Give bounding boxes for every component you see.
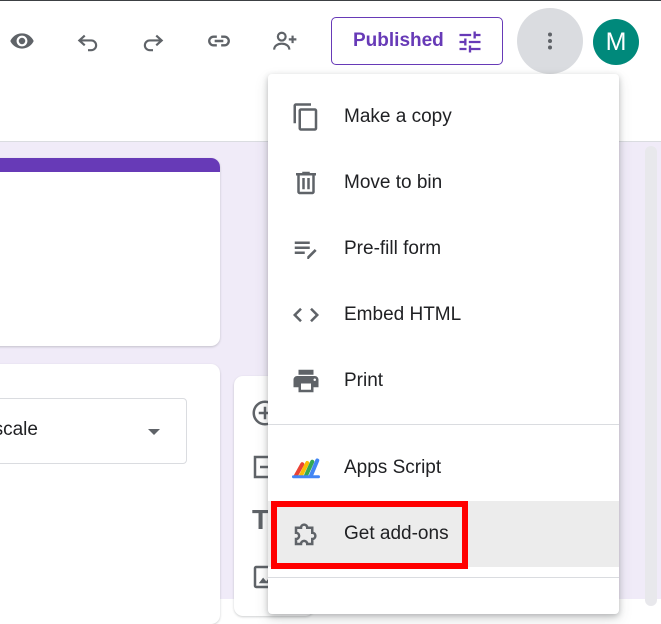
preview-eye-icon[interactable]	[2, 21, 42, 61]
add-collaborator-icon[interactable]	[265, 21, 305, 61]
menu-item-move-to-bin[interactable]: Move to bin	[268, 150, 619, 216]
menu-item-label: Apps Script	[344, 457, 442, 478]
question-card[interactable]: r scale	[0, 364, 220, 624]
menu-item-make-copy[interactable]: Make a copy	[268, 84, 619, 150]
more-options-button[interactable]	[517, 8, 583, 74]
link-icon[interactable]	[199, 21, 239, 61]
more-vert-icon	[548, 32, 552, 50]
dropdown-arrow-icon	[148, 429, 160, 435]
tune-sliders-icon	[459, 31, 481, 53]
theme-stripe	[0, 158, 220, 172]
menu-divider	[268, 424, 619, 425]
question-type-value: r scale	[0, 419, 38, 440]
more-options-menu: Make a copy Move to bin Pre-fill form Em…	[268, 74, 619, 614]
published-label: Published	[353, 30, 444, 51]
menu-item-label: Embed HTML	[344, 304, 462, 325]
scrollbar[interactable]	[645, 146, 657, 606]
avatar-initial: M	[605, 27, 627, 56]
menu-item-apps-script[interactable]: Apps Script	[268, 435, 619, 501]
menu-item-label: Get add-ons	[344, 523, 449, 544]
printer-icon	[290, 365, 322, 397]
form-header-card[interactable]	[0, 158, 220, 346]
menu-item-label: Print	[344, 370, 384, 391]
menu-item-label: Make a copy	[344, 106, 452, 127]
add-title-icon[interactable]: T	[252, 504, 269, 536]
redo-icon[interactable]	[133, 21, 173, 61]
prefill-icon	[290, 233, 322, 265]
menu-item-get-add-ons[interactable]: Get add-ons	[268, 501, 619, 567]
menu-item-embed-html[interactable]: Embed HTML	[268, 282, 619, 348]
code-icon	[290, 299, 322, 331]
menu-item-label: Pre-fill form	[344, 238, 442, 259]
puzzle-icon	[290, 518, 322, 550]
published-button[interactable]: Published	[331, 17, 503, 65]
menu-divider	[268, 577, 619, 578]
apps-script-icon	[290, 452, 322, 484]
account-avatar[interactable]: M	[593, 19, 639, 65]
question-type-select[interactable]: r scale	[0, 398, 187, 464]
trash-icon	[290, 167, 322, 199]
menu-item-print[interactable]: Print	[268, 348, 619, 414]
menu-item-label: Move to bin	[344, 172, 443, 193]
copy-icon	[290, 101, 322, 133]
menu-item-prefill-form[interactable]: Pre-fill form	[268, 216, 619, 282]
undo-icon[interactable]	[68, 21, 108, 61]
